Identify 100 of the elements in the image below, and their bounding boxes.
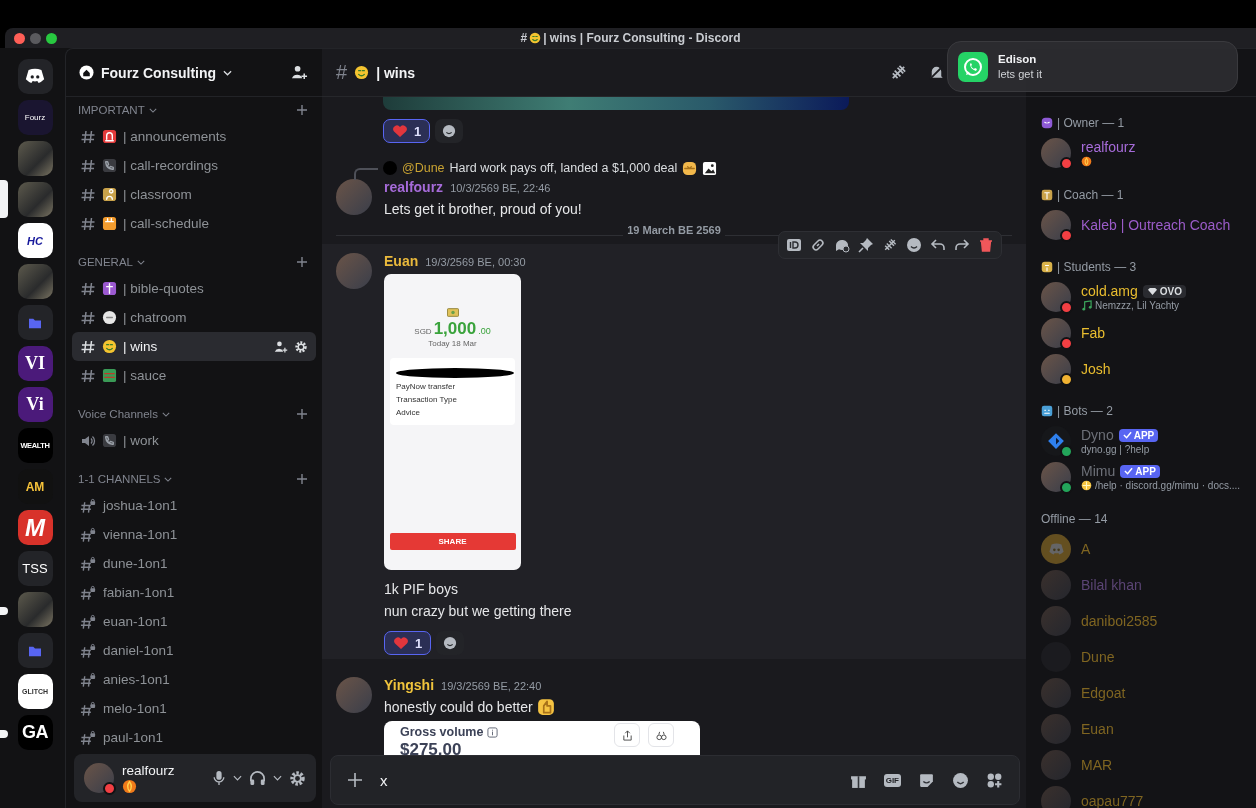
plus-icon[interactable] (296, 256, 308, 268)
member-name[interactable]: Kaleb | Outreach Coach (1081, 217, 1231, 233)
avatar[interactable] (1041, 282, 1071, 312)
settings-icon[interactable] (289, 769, 306, 787)
channel-item[interactable]: anies-1on1 (72, 665, 316, 694)
add-reaction-button[interactable] (435, 119, 464, 143)
member-name[interactable]: MAR (1081, 757, 1113, 773)
pin-icon[interactable] (858, 237, 874, 253)
member-name[interactable]: cold.amg (1081, 283, 1138, 299)
member-name[interactable]: oapau777 (1081, 793, 1144, 808)
member-name[interactable]: Edgoat (1081, 685, 1126, 701)
channel-item[interactable]: fabian-1on1 (72, 578, 316, 607)
channel-item[interactable]: paul-1on1 (72, 723, 316, 752)
channel-item[interactable]: | wins (72, 332, 316, 361)
headphones-icon[interactable] (249, 769, 266, 787)
reply-mention[interactable]: @Dune (402, 161, 445, 175)
member-name[interactable]: realfourz (1081, 139, 1136, 155)
plus-icon[interactable] (296, 104, 308, 116)
add-member-icon[interactable] (274, 339, 288, 354)
channel-item[interactable]: | work (72, 426, 316, 455)
server-icon[interactable]: TSS (17, 551, 53, 586)
chevron-down-icon[interactable] (273, 775, 282, 781)
channel-item[interactable]: | chatroom (72, 303, 316, 332)
channel-item[interactable]: euan-1on1 (72, 607, 316, 636)
reaction-button[interactable]: 1 (383, 119, 431, 143)
gif-button[interactable]: GIF (883, 773, 901, 787)
reaction-button[interactable]: 1 (384, 631, 432, 655)
server-name[interactable]: Fourz Consulting (101, 64, 217, 81)
id-icon[interactable] (786, 237, 802, 253)
channel-item[interactable]: dune-1on1 (72, 549, 316, 578)
category-header[interactable]: IMPORTANT (78, 104, 145, 116)
smiley-icon[interactable] (906, 237, 922, 253)
member-name[interactable]: Josh (1081, 361, 1111, 377)
plus-icon[interactable] (296, 473, 308, 485)
member-name[interactable]: Dune (1081, 649, 1115, 665)
minimize-icon[interactable] (30, 32, 41, 44)
member-name[interactable]: A (1081, 541, 1091, 557)
settings-icon[interactable] (294, 339, 308, 354)
plus-icon[interactable] (296, 408, 308, 420)
server-icon[interactable]: GA (17, 715, 53, 750)
sticker-icon[interactable] (918, 771, 935, 789)
add-member-icon[interactable] (291, 64, 308, 81)
channel-item[interactable]: melo-1on1 (72, 694, 316, 723)
member-name[interactable]: Dyno (1081, 427, 1114, 443)
reply-text[interactable]: Hard work pays off, landed a $1,000 deal (449, 161, 678, 175)
threads-icon[interactable] (882, 237, 898, 253)
avatar[interactable] (1041, 462, 1071, 492)
plus-icon[interactable] (347, 772, 363, 788)
channel-item[interactable]: | bible-quotes (72, 274, 316, 303)
author-name[interactable]: realfourz (384, 179, 444, 195)
category-header[interactable]: Voice Channels (78, 408, 158, 420)
channel-item[interactable]: | sauce (72, 361, 316, 390)
reply-icon[interactable] (930, 237, 946, 253)
avatar[interactable] (1041, 210, 1071, 240)
image-placeholder[interactable] (383, 97, 849, 110)
link-icon[interactable] (810, 237, 826, 253)
channel-item[interactable]: vienna-1on1 (72, 520, 316, 549)
channel-item[interactable]: | announcements (72, 122, 316, 151)
author-name[interactable]: Euan (384, 253, 419, 269)
server-icon[interactable] (17, 592, 53, 627)
zoom-icon[interactable] (46, 32, 57, 44)
server-folder[interactable] (17, 633, 53, 668)
trash-icon[interactable] (978, 237, 994, 253)
share-button[interactable] (614, 723, 640, 747)
avatar[interactable] (1041, 318, 1071, 348)
server-icon[interactable]: VI (17, 346, 53, 381)
close-icon[interactable] (14, 32, 25, 44)
channel-item[interactable]: | call-recordings (72, 151, 316, 180)
member-name[interactable]: Euan (1081, 721, 1114, 737)
channel-item[interactable]: joshua-1on1 (72, 491, 316, 520)
compare-button[interactable] (648, 723, 674, 747)
member-name[interactable]: Mimu (1081, 463, 1116, 479)
microphone-icon[interactable] (212, 770, 226, 786)
avatar[interactable] (1041, 426, 1071, 456)
chevron-down-icon[interactable] (233, 775, 242, 781)
apps-icon[interactable] (986, 771, 1003, 789)
message-input[interactable]: x GIF (330, 755, 1020, 805)
server-icon[interactable] (17, 141, 53, 176)
server-icon[interactable]: Vi (17, 387, 53, 422)
channel-item[interactable]: | call-schedule (72, 209, 316, 238)
author-name[interactable]: Yingshi (384, 677, 435, 693)
server-folder[interactable] (17, 305, 53, 340)
server-icon[interactable]: AM (17, 469, 53, 504)
category-header[interactable]: GENERAL (78, 256, 133, 268)
threads-icon[interactable] (889, 63, 908, 82)
member-name[interactable]: Fab (1081, 325, 1106, 341)
server-icon[interactable]: Fourz (17, 100, 53, 135)
server-icon[interactable]: M (17, 510, 53, 545)
server-icon[interactable]: HC (17, 223, 53, 258)
channel-item[interactable]: daniel-1on1 (72, 636, 316, 665)
receipt-screenshot[interactable]: SGD 1,000.00 Today 18 Mar PayNow transfer Transaction Type Advice SHARE (384, 274, 521, 570)
thread-bubble-icon[interactable] (834, 237, 850, 253)
member-name[interactable]: daniboi2585 (1081, 613, 1158, 629)
server-icon[interactable] (17, 182, 53, 217)
avatar[interactable] (1041, 138, 1071, 168)
channel-item[interactable]: | classroom (72, 180, 316, 209)
category-header[interactable]: 1-1 CHANNELS (78, 473, 161, 485)
avatar[interactable] (1041, 354, 1071, 384)
avatar[interactable] (84, 763, 114, 793)
server-icon[interactable] (17, 264, 53, 299)
